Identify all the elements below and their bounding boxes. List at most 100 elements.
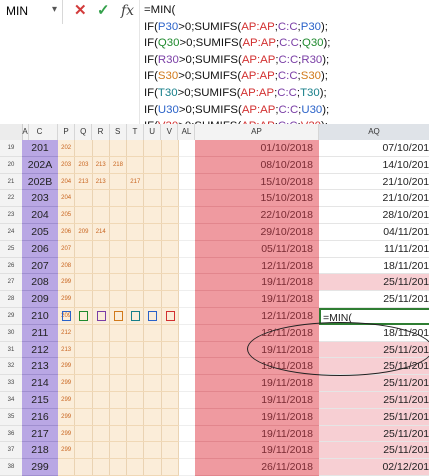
- row-header[interactable]: 38: [0, 459, 22, 476]
- cell-al[interactable]: [179, 224, 195, 241]
- cell-v[interactable]: [162, 291, 179, 307]
- cell-al[interactable]: [179, 375, 195, 392]
- cell-q[interactable]: [75, 291, 93, 307]
- cell-q[interactable]: [75, 140, 93, 156]
- cell-c[interactable]: 218: [22, 442, 58, 460]
- cell-s[interactable]: 218: [110, 156, 128, 173]
- cell-v[interactable]: [162, 207, 179, 223]
- cell-v[interactable]: [162, 459, 179, 475]
- cell-ap[interactable]: 26/11/2018: [195, 459, 319, 476]
- cell-u[interactable]: [144, 207, 162, 223]
- cell-s[interactable]: [110, 341, 128, 358]
- cell-aq[interactable]: 25/11/2018: [319, 425, 429, 443]
- cell-c[interactable]: 202A: [22, 156, 58, 174]
- cell-c[interactable]: 204: [22, 207, 58, 224]
- cell-aq[interactable]: 25/11/2018: [319, 274, 429, 292]
- cell-s[interactable]: [110, 459, 128, 475]
- cell-u[interactable]: [144, 173, 162, 190]
- cell-r[interactable]: [93, 392, 110, 408]
- cell-r[interactable]: [93, 375, 110, 391]
- cell-t[interactable]: [127, 240, 145, 257]
- cell-r[interactable]: [93, 207, 110, 223]
- cell-s[interactable]: [110, 224, 128, 240]
- cell-t[interactable]: [127, 392, 145, 408]
- cell-t[interactable]: [127, 291, 145, 307]
- row-header[interactable]: 35: [0, 409, 22, 426]
- column-header-v[interactable]: V: [161, 124, 179, 140]
- cell-t[interactable]: 217: [127, 173, 145, 190]
- row-header[interactable]: 27: [0, 274, 22, 292]
- cell-aq[interactable]: 25/11/2018: [319, 291, 429, 308]
- row-header[interactable]: 37: [0, 442, 22, 460]
- column-header-al[interactable]: AL: [179, 124, 195, 140]
- cell-s[interactable]: [110, 324, 128, 341]
- cell-u[interactable]: [144, 425, 162, 442]
- cell-al[interactable]: [179, 392, 195, 409]
- cell-p[interactable]: 204: [58, 173, 76, 190]
- cell-q[interactable]: [75, 324, 93, 341]
- column-header-aq[interactable]: AQ: [319, 124, 429, 140]
- cell-q[interactable]: [75, 459, 93, 475]
- cell-s[interactable]: [110, 190, 128, 207]
- cell-aq[interactable]: 18/11/2018: [319, 257, 429, 275]
- cell-r[interactable]: [93, 425, 110, 442]
- cell-q[interactable]: [75, 240, 93, 257]
- cell-p[interactable]: 204: [58, 190, 76, 207]
- cell-ap[interactable]: 05/11/2018: [195, 240, 319, 258]
- cell-u[interactable]: [144, 324, 162, 341]
- column-header-r[interactable]: R: [92, 124, 110, 140]
- cell-ap[interactable]: 19/11/2018: [195, 274, 319, 292]
- cell-q[interactable]: [75, 341, 93, 358]
- cell-c[interactable]: 201: [22, 140, 58, 157]
- cell-p[interactable]: 299: [58, 442, 76, 459]
- cell-ap[interactable]: 01/10/2018: [195, 140, 319, 157]
- cell-p[interactable]: 208: [58, 257, 76, 274]
- cell-aq[interactable]: 18/11/2018: [319, 324, 429, 342]
- cell-q[interactable]: [75, 442, 93, 459]
- cell-ap[interactable]: 19/11/2018: [195, 375, 319, 392]
- cell-v[interactable]: [162, 156, 179, 173]
- cell-u[interactable]: [144, 140, 162, 156]
- cell-aq[interactable]: 02/12/2018: [319, 459, 429, 476]
- cell-q[interactable]: [75, 375, 93, 391]
- cell-aq[interactable]: 25/11/2018: [319, 341, 429, 359]
- cell-t[interactable]: [127, 190, 145, 207]
- cell-s[interactable]: [110, 173, 128, 190]
- cell-r[interactable]: [93, 140, 110, 156]
- cell-c[interactable]: 214: [22, 375, 58, 392]
- cell-aq[interactable]: 25/11/2018: [319, 375, 429, 392]
- cell-ap[interactable]: 29/10/2018: [195, 224, 319, 241]
- cell-v[interactable]: [162, 358, 179, 375]
- cell-aq[interactable]: 07/10/2018: [319, 140, 429, 157]
- cell-r[interactable]: 213: [93, 173, 110, 190]
- cell-ap[interactable]: 19/11/2018: [195, 358, 319, 376]
- cell-t[interactable]: [127, 425, 145, 442]
- cell-s[interactable]: [110, 274, 128, 291]
- cell-aq[interactable]: 14/10/2018: [319, 156, 429, 174]
- cell-v[interactable]: [162, 392, 179, 408]
- cell-u[interactable]: [144, 442, 162, 459]
- cell-u[interactable]: [144, 459, 162, 475]
- cell-r[interactable]: [93, 408, 110, 425]
- cell-v[interactable]: [162, 425, 179, 442]
- cell-t[interactable]: [127, 442, 145, 459]
- cell-q[interactable]: [75, 358, 93, 375]
- cell-v[interactable]: [162, 375, 179, 391]
- formula-input[interactable]: =MIN(IF(P30>0;SUMIFS(AP:AP;C:C;P30); IF(Q…: [144, 2, 330, 135]
- cell-al[interactable]: [179, 207, 195, 224]
- cell-ap[interactable]: 19/11/2018: [195, 442, 319, 460]
- cell-r[interactable]: 214: [93, 224, 110, 240]
- cell-p[interactable]: 299: [58, 375, 76, 391]
- cell-al[interactable]: [179, 459, 195, 476]
- cell-u[interactable]: [144, 224, 162, 240]
- cell-c[interactable]: 216: [22, 408, 58, 426]
- row-header[interactable]: 34: [0, 392, 22, 409]
- row-header[interactable]: 33: [0, 375, 22, 392]
- cell-t[interactable]: [127, 358, 145, 375]
- cell-p[interactable]: 299: [58, 425, 76, 442]
- cell-s[interactable]: [110, 358, 128, 375]
- row-header[interactable]: 28: [0, 291, 22, 308]
- cell-p[interactable]: 299: [58, 274, 76, 291]
- cell-c[interactable]: 215: [22, 392, 58, 409]
- cell-p[interactable]: 206: [58, 224, 76, 240]
